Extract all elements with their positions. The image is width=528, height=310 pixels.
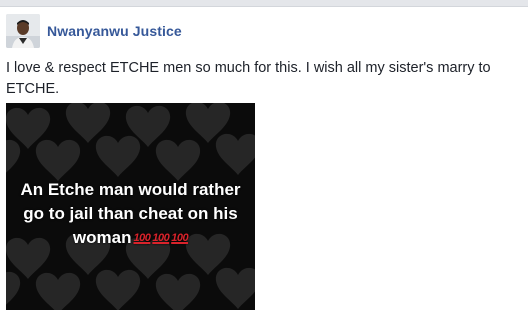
author-name[interactable]: Nwanyanwu Justice [47, 23, 182, 39]
profile-photo-icon [6, 14, 40, 48]
hundred-points-icon: 100 [133, 232, 151, 244]
post-text: I love & respect ETCHE men so much for t… [6, 60, 491, 97]
hundred-points-icon: 100 [152, 232, 170, 244]
top-divider [0, 0, 528, 7]
caption-line-3-text: woman [72, 228, 132, 247]
caption-line-1: An Etche man would rather [20, 180, 241, 199]
caption-line-2: go to jail than cheat on his [23, 204, 238, 223]
hundred-points-icon: 100 [171, 232, 189, 244]
caption-line-3: woman 100 100 100 [6, 226, 255, 250]
post-image[interactable]: An Etche man would rather go to jail tha… [6, 103, 255, 310]
image-caption: An Etche man would rather go to jail tha… [6, 178, 255, 250]
feed-post: Nwanyanwu Justice I love & respect ETCHE… [0, 7, 528, 310]
avatar[interactable] [6, 14, 40, 48]
